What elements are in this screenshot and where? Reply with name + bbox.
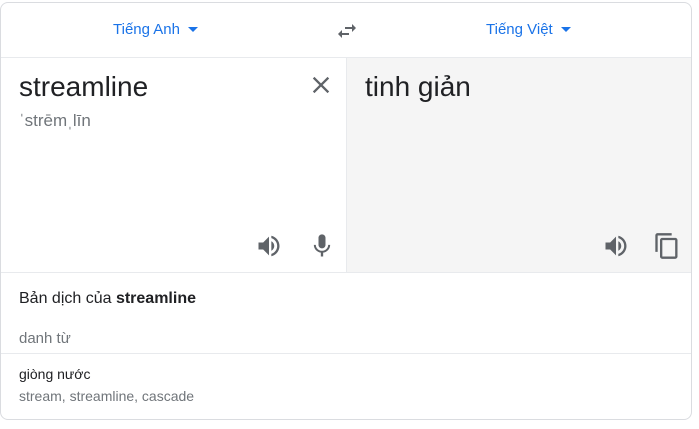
dictionary-entry-word[interactable]: giòng nước	[19, 366, 90, 382]
translation-panes: streamline ˈstrēmˌlīn tinh giản	[1, 58, 691, 273]
source-language-label: Tiếng Anh	[113, 21, 180, 38]
source-text[interactable]: streamline	[19, 71, 148, 103]
voice-input-button[interactable]	[308, 232, 336, 260]
copy-icon	[655, 233, 678, 259]
dictionary-heading-term: streamline	[115, 290, 196, 307]
volume-icon	[258, 235, 280, 257]
source-language-selector[interactable]: Tiếng Anh	[113, 21, 198, 38]
swap-horiz-icon	[338, 24, 356, 38]
dictionary-section: Bản dịch của streamline danh từ giòng nư…	[1, 273, 691, 419]
listen-translation-button[interactable]	[602, 232, 630, 260]
part-of-speech: danh từ	[19, 330, 71, 347]
mic-icon	[313, 234, 331, 257]
translated-text: tinh giản	[365, 71, 471, 102]
listen-source-button[interactable]	[255, 232, 283, 260]
volume-icon	[605, 235, 627, 257]
source-pane[interactable]: streamline ˈstrēmˌlīn	[1, 58, 347, 272]
dictionary-heading-prefix: Bản dịch của	[19, 290, 116, 307]
copy-translation-button[interactable]	[653, 232, 681, 260]
target-language-selector[interactable]: Tiếng Việt	[486, 21, 571, 38]
phonetic-transcription: ˈstrēmˌlīn	[19, 111, 91, 130]
dictionary-heading: Bản dịch của streamline	[19, 290, 196, 308]
target-pane: tinh giản	[347, 58, 691, 272]
language-bar: Tiếng Anh Tiếng Việt	[1, 3, 691, 58]
target-language-label: Tiếng Việt	[486, 21, 553, 38]
close-icon	[312, 76, 330, 94]
swap-languages-button[interactable]	[333, 19, 361, 43]
dropdown-caret-icon	[560, 26, 571, 32]
translate-card: Tiếng Anh Tiếng Việt streamline ˈstrēmˌl…	[0, 2, 692, 420]
clear-source-button[interactable]	[307, 71, 335, 99]
divider	[1, 353, 691, 354]
dropdown-caret-icon	[188, 26, 198, 32]
dictionary-entry-synonyms: stream, streamline, cascade	[19, 388, 195, 404]
